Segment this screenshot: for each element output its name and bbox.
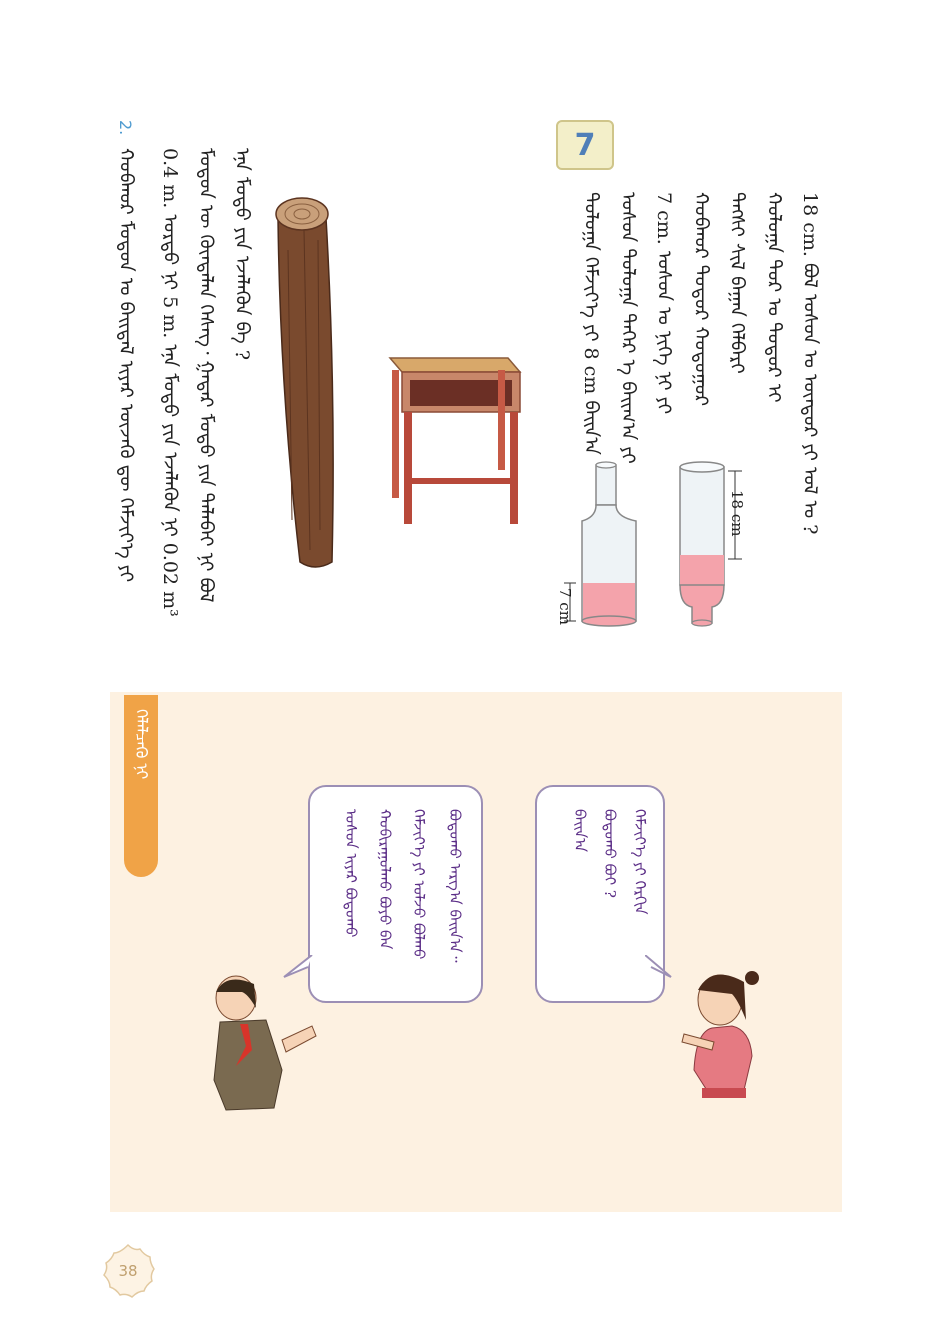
- discussion-tag: ᠬᠡᠯᠡᠯᠴᠡᠬᠦ ᠨᠢ: [124, 695, 158, 877]
- bottles-figure: [564, 461, 742, 627]
- girl-bubble-line-3: ᠪᠠᠢᠨ᠎ᠠ: [571, 809, 589, 853]
- problem7-line-4: ᠬᠣᠪᠬᠣᠷ ᠳᠣᠲᠣᠷ ᠬᠤᠲᠤᠭᠤᠷ: [690, 192, 712, 407]
- boy-bubble-line-1: ᠪᠣᠳᠣᠬᠤ ᠠᠷᠭ᠎ᠠ ᠪᠠᠢᠨ᠎ᠠ᠃: [446, 809, 464, 963]
- log-problem-line-3: 0.4 m. ᠤᠷᠲᠤ ᠨᠢ 5 m. ᠡᠨᠡ ᠮᠣᠳᠣ ᠶᠢᠨ ᠡᠵᠡᠯᠡᠬᠦ…: [159, 148, 181, 617]
- log-problem-line-1: ᠡᠨᠡ ᠮᠣᠳᠣ ᠶᠢᠨ ᠡᠵᠡᠯᠡᠬᠦᠨ ᠪᠠ ?: [231, 148, 253, 361]
- discussion-tag-label: ᠬᠡᠯᠡᠯᠴᠡᠬᠦ ᠨᠢ: [132, 709, 151, 780]
- girl-bubble-line-1: ᠬᠡᠮᠵᠢᠶ᠎ᠡ ᠶᠢ ᠬᠡᠷᠬᠢᠨ: [631, 809, 649, 915]
- girl-bubble-tail: [645, 955, 672, 978]
- page-number: 38: [118, 1262, 138, 1280]
- upright-bottle: [581, 461, 637, 627]
- desk-illustration: [388, 357, 522, 524]
- problem7-line-6: ᠤᠰᠤᠨ ᠲᠤᠯᠤᠭᠠ ᠳᠡᠭᠡᠷ ᠡ ᠪᠠᠢᠭ᠎ᠠ ᠶᠢ: [617, 192, 639, 464]
- problem7-line-5: 7 cm. ᠤᠰᠤᠨ ᠤ ᠨᠢᠭᠡ ᠨᠢ ᠶᠢ: [653, 192, 675, 415]
- boy-bubble-line-2: ᠬᠡᠮᠵᠢᠶ᠎ᠡ ᠶᠢ ᠣᠯᠵᠤ ᠪᠣᠯᠬᠤ: [410, 809, 428, 960]
- problem7-line-1: 18 cm. ᠪᠣᠯ ᠤᠰᠤᠨ ᠤ ᠥᠨᠳᠥᠷ ᠶᠢ ᠣᠯ ᠤ ?: [799, 192, 821, 535]
- label-18cm: 18 cm: [728, 490, 746, 537]
- inverted-bottle: [679, 461, 725, 627]
- problem7-line-7: ᠲᠤᠯᠤᠭᠠ ᠬᠡᠮᠵᠢᠶ᠎ᠡ ᠶᠢ 8 cm ᠪᠠᠢᠨ᠎ᠠ: [580, 192, 602, 455]
- problem-number: 7: [574, 127, 596, 163]
- problem2-number: 2.: [116, 120, 135, 136]
- boy-speech-bubble: ᠪᠣᠳᠣᠬᠤ ᠠᠷᠭ᠎ᠠ ᠪᠠᠢᠨ᠎ᠠ᠃ ᠬᠡᠮᠵᠢᠶ᠎ᠡ ᠶᠢ ᠣᠯᠵᠤ ᠪᠣ…: [308, 785, 483, 1003]
- log-problem-line-2: ᠮᠣᠳᠣᠨ ᠦ ᠬᠥᠨᠳᠡᠯᠡᠨ ᠬᠡᠰᠡᠭ᠂ ᠭᠠᠳᠠᠷ ᠮᠣᠳᠣ ᠶᠢᠨ ᠲ…: [195, 148, 217, 603]
- boy-bubble-line-3: ᠬᠤᠪᠢᠷᠠᠭᠤᠯᠬᠤ ᠪᠤᠶᠤ ᠪᠡᠨ: [376, 809, 394, 950]
- boy-bubble-line-4: ᠤᠰᠤᠨ ᠢᠶᠠᠷ ᠪᠣᠳᠣᠬᠤ: [342, 809, 360, 938]
- girl-illustration: [681, 971, 759, 1098]
- girl-bubble-line-2: ᠪᠣᠳᠣᠬᠤ ᠪᠤᠢ ?: [601, 809, 619, 898]
- problem-number-badge: 7: [556, 120, 614, 170]
- problem7-line-2: ᠬᠤᠯᠤᠭᠠ ᠳᠤᠷ ᠤ ᠳᠤᠲᠤᠷ ᠢ: [763, 192, 785, 403]
- page-number-badge: 38: [100, 1243, 156, 1299]
- problem7-line-3: ᠲᠡᠭᠰᠢ ᠰᠢᠯ ᠪᠠᠭᠠᠨ ᠬᠡᠯᠪᠡᠷᠢ: [726, 192, 748, 374]
- boy-illustration: [213, 975, 317, 1111]
- label-7cm: 7 cm: [556, 588, 574, 625]
- log-illustration: [275, 197, 334, 568]
- problem2-line-1: ᠬᠣᠪᠬᠣᠷ ᠮᠣᠳᠣᠨ ᠤ ᠪᠠᠢᠳᠠᠯ ᠢᠶᠠᠷ ᠦᠵᠡᠬᠦ ᠳᠦ ᠬᠡᠮᠵ…: [115, 148, 137, 583]
